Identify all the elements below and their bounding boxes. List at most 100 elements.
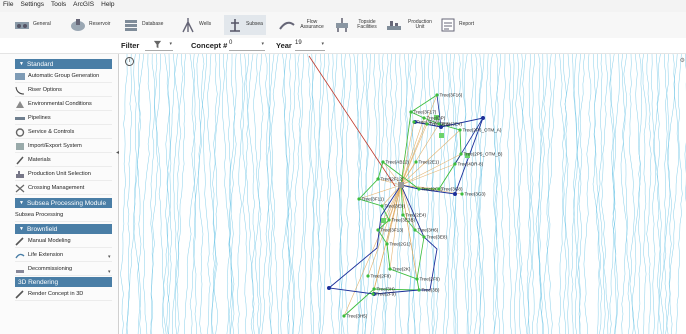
tree-marker[interactable] (376, 177, 380, 181)
wells-label: Wells (199, 21, 212, 28)
item-life-extension[interactable]: Life Extension (15, 249, 112, 262)
item-manual-modeling[interactable]: Manual Modeling (15, 235, 112, 248)
tree-marker[interactable] (385, 242, 389, 246)
section-3d-rendering[interactable]: 3D Rendering (15, 277, 112, 287)
tree-marker[interactable] (453, 162, 457, 166)
tree-marker[interactable] (409, 110, 413, 114)
item-subsea-processing[interactable]: Subsea Processing (15, 209, 112, 222)
materials-icon (16, 156, 24, 164)
item-render-concept-3d[interactable]: Render Concept in 3D (15, 288, 112, 301)
tree-marker[interactable] (460, 192, 464, 196)
tree-marker[interactable] (435, 93, 439, 97)
tree-marker[interactable] (388, 267, 392, 271)
general-button[interactable]: General (14, 15, 51, 35)
tree-marker[interactable] (437, 122, 441, 126)
database-button[interactable]: Database (123, 15, 163, 35)
tree-label: Tree(4DR-8) (458, 162, 484, 167)
item-label: Service & Controls (28, 129, 75, 135)
settings-icon[interactable]: ⚙ (680, 57, 685, 64)
item-label: Materials (28, 157, 51, 163)
chevron-down-icon[interactable]: ▾ (108, 269, 111, 275)
tree-marker[interactable] (372, 287, 376, 291)
tree-marker[interactable] (412, 120, 416, 124)
item-service-controls[interactable]: Service & Controls (15, 126, 112, 139)
tree-marker[interactable] (401, 213, 405, 217)
item-import-export-system[interactable]: Import/Export System (15, 140, 112, 153)
wells-button[interactable]: Wells (180, 15, 211, 35)
filter-dropdown[interactable]: ▾ (145, 40, 173, 51)
manifold-marker[interactable] (381, 218, 386, 223)
tree-marker[interactable] (413, 228, 417, 232)
collapse-triangle-icon: ▼ (19, 61, 24, 67)
menu-help[interactable]: Help (98, 0, 118, 8)
section-subsea-processing-module[interactable]: ▼ Subsea Processing Module (15, 198, 112, 208)
reservoir-button[interactable]: Reservoir (70, 15, 110, 35)
item-label: Environmental Conditions (28, 101, 92, 107)
tree-marker[interactable] (459, 152, 463, 156)
section-standard[interactable]: ▼ Standard (15, 59, 112, 69)
tree-marker[interactable] (357, 197, 361, 201)
tree-marker[interactable] (422, 235, 426, 239)
menu-arcgis[interactable]: ArcGIS (70, 0, 98, 8)
flow-assurance-icon (279, 21, 295, 30)
item-pipelines[interactable]: Pipelines (15, 112, 112, 125)
menu-file[interactable]: File (0, 0, 17, 8)
tree-marker[interactable] (376, 228, 380, 232)
item-label: Production Unit Selection (28, 171, 91, 177)
year-dropdown[interactable]: 19 ▾ (295, 40, 325, 51)
production-unit-selection-icon (16, 170, 24, 178)
concept-value: 0 (229, 40, 233, 46)
year-value: 19 (295, 40, 302, 46)
subsea-button[interactable]: Subsea (224, 15, 266, 35)
section-brownfield[interactable]: ▼ Brownfield (15, 224, 112, 234)
item-decommissioning[interactable]: Decommissioning (15, 263, 112, 276)
filter-label: Filter (121, 41, 140, 50)
concept-label: Concept # (191, 41, 228, 50)
item-automatic-group-generation[interactable]: Automatic Group Generation (15, 70, 112, 83)
tree-marker[interactable] (342, 314, 346, 318)
production-unit-button[interactable]: Production Unit (386, 15, 435, 35)
tree-marker[interactable] (415, 277, 419, 281)
item-production-unit-selection[interactable]: Production Unit Selection (15, 168, 112, 181)
tree-marker[interactable] (458, 128, 462, 132)
item-materials[interactable]: Materials (15, 154, 112, 167)
tree-marker[interactable] (414, 160, 418, 164)
manifold-marker[interactable] (439, 133, 444, 138)
field-map[interactable]: Tree(3F16)Tree(3F17)Tree(3F18)Tree(DP)Tr… (119, 54, 686, 334)
menu-tools[interactable]: Tools (48, 0, 70, 8)
topside-facilities-button[interactable]: Topside Facilities (334, 15, 381, 35)
item-crossing-management[interactable]: Crossing Management (15, 182, 112, 195)
flow-assurance-button[interactable]: Flow Assurance (279, 15, 326, 35)
left-panel: ▼ Standard Automatic Group Generation Ris… (0, 54, 119, 334)
tree-marker[interactable] (417, 288, 421, 292)
database-label: Database (142, 21, 164, 28)
tree-marker[interactable] (387, 218, 391, 222)
subsea-label: Subsea (246, 21, 263, 28)
tree-marker[interactable] (366, 274, 370, 278)
field-layout-canvas[interactable]: Tree(3F16) Tree(3F17) Tree(3F18) Tree(DP) Tr… (119, 54, 686, 334)
pipeline-icon (15, 116, 25, 120)
tree-marker[interactable] (422, 116, 426, 120)
tree-marker[interactable] (417, 187, 421, 191)
tree-marker[interactable] (425, 122, 429, 126)
environment-icon (16, 100, 24, 108)
chevron-down-icon[interactable]: ▾ (108, 254, 111, 260)
info-icon[interactable]: i (125, 57, 134, 66)
manifold-marker[interactable] (398, 182, 404, 188)
tree-label: Tree(2F8) (371, 274, 392, 279)
tree-marker[interactable] (371, 292, 375, 296)
tree-marker[interactable] (437, 187, 441, 191)
report-icon (441, 18, 455, 32)
item-riser-options[interactable]: Riser Options (15, 84, 112, 97)
menu-settings[interactable]: Settings (17, 0, 48, 8)
item-environmental-conditions[interactable]: Environmental Conditions (15, 98, 112, 111)
funnel-icon (153, 40, 162, 49)
concept-dropdown[interactable]: 0 ▾ (229, 40, 265, 51)
item-label: Render Concept in 3D (28, 291, 84, 297)
section-brownfield-label: Brownfield (26, 225, 58, 233)
tree-marker[interactable] (380, 204, 384, 208)
report-button[interactable]: Report (440, 15, 474, 35)
tree-label: Tree(3F11) (362, 197, 385, 202)
tree-marker[interactable] (381, 160, 385, 164)
chevron-down-icon: ▾ (169, 41, 172, 47)
